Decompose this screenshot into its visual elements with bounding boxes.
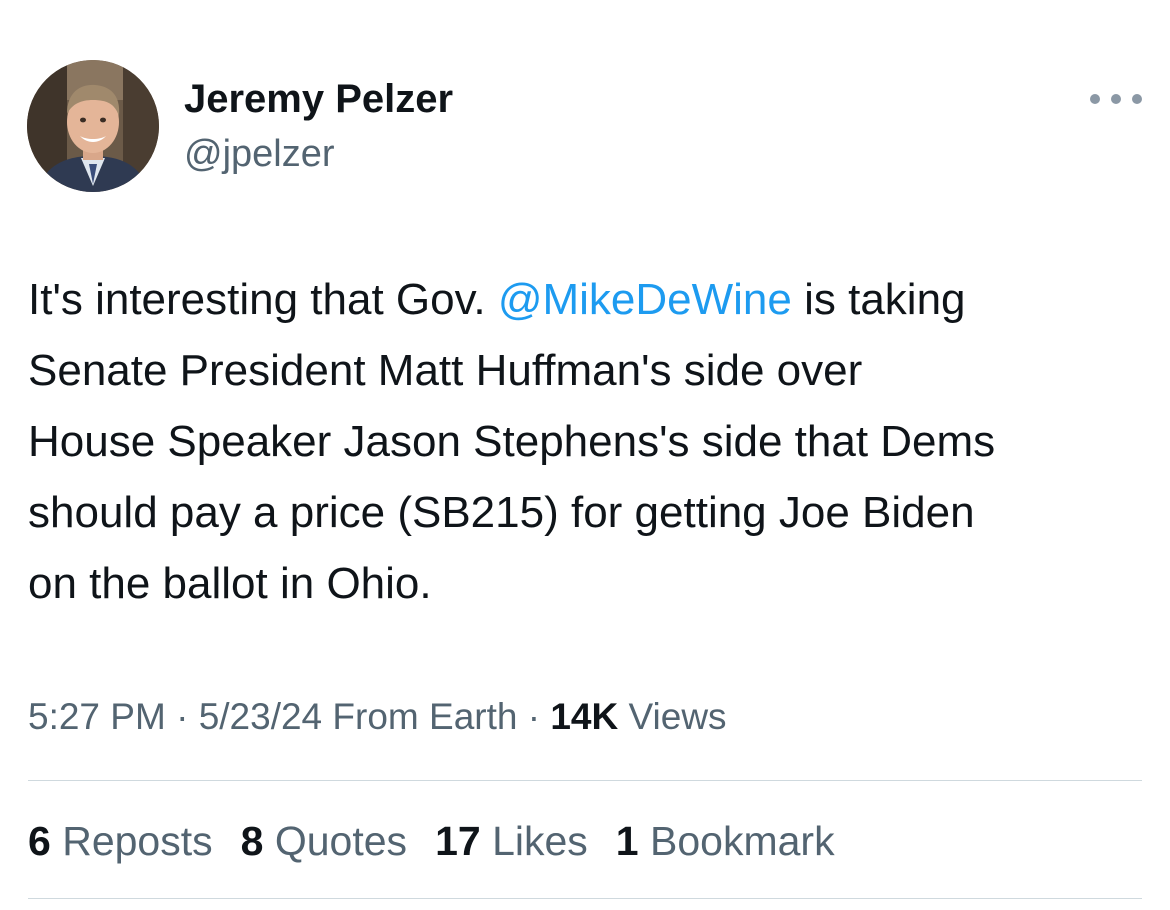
stat-label: Bookmark: [650, 818, 835, 864]
stat-count: 17: [435, 818, 481, 864]
meta-separator: ·: [517, 696, 551, 737]
more-dot: [1132, 94, 1142, 104]
views-count: 14K: [550, 696, 619, 737]
tweet-metadata: 5:27 PM · 5/23/24 From Earth · 14K Views: [28, 692, 727, 742]
bookmarks-stat[interactable]: 1 Bookmark: [616, 814, 835, 868]
more-dot: [1111, 94, 1121, 104]
tweet-text-segment: It's interesting that Gov.: [28, 275, 498, 324]
tweet-line: should pay a price (SB215) for getting J…: [28, 488, 975, 537]
more-dot: [1090, 94, 1100, 104]
tweet-detail: Jeremy Pelzer @jpelzer It's interesting …: [0, 0, 1170, 910]
author-name[interactable]: Jeremy Pelzer: [184, 74, 453, 124]
more-options-icon[interactable]: [1090, 84, 1142, 114]
tweet-text-segment: is taking: [791, 275, 966, 324]
stat-label: Likes: [492, 818, 588, 864]
divider: [28, 780, 1142, 781]
tweet-date[interactable]: 5/23/24: [199, 696, 322, 737]
author-handle[interactable]: @jpelzer: [184, 130, 335, 178]
profile-photo-icon: [27, 60, 159, 192]
stat-label: Quotes: [274, 818, 408, 864]
stat-count: 8: [240, 818, 264, 864]
likes-stat[interactable]: 17 Likes: [435, 814, 588, 868]
tweet-text: It's interesting that Gov. @MikeDeWine i…: [28, 264, 1148, 619]
views-label: Views: [618, 696, 727, 737]
stat-label: Reposts: [62, 818, 213, 864]
reposts-stat[interactable]: 6 Reposts: [28, 814, 213, 868]
mention-link[interactable]: @MikeDeWine: [498, 275, 792, 324]
stat-count: 6: [28, 818, 51, 864]
tweet-line: House Speaker Jason Stephens's side that…: [28, 417, 996, 466]
engagement-stats: 6 Reposts 8 Quotes 17 Likes 1 Bookmark: [28, 814, 863, 868]
tweet-source: From Earth: [322, 696, 518, 737]
tweet-line: Senate President Matt Huffman's side ove…: [28, 346, 863, 395]
tweet-line: It's interesting that Gov. @MikeDeWine i…: [28, 264, 1148, 335]
tweet-line: on the ballot in Ohio.: [28, 559, 432, 608]
author-avatar[interactable]: [27, 60, 159, 192]
stat-count: 1: [615, 818, 639, 864]
divider: [28, 898, 1142, 899]
quotes-stat[interactable]: 8 Quotes: [241, 814, 407, 868]
meta-separator: ·: [165, 696, 199, 737]
tweet-time[interactable]: 5:27 PM: [28, 696, 166, 737]
